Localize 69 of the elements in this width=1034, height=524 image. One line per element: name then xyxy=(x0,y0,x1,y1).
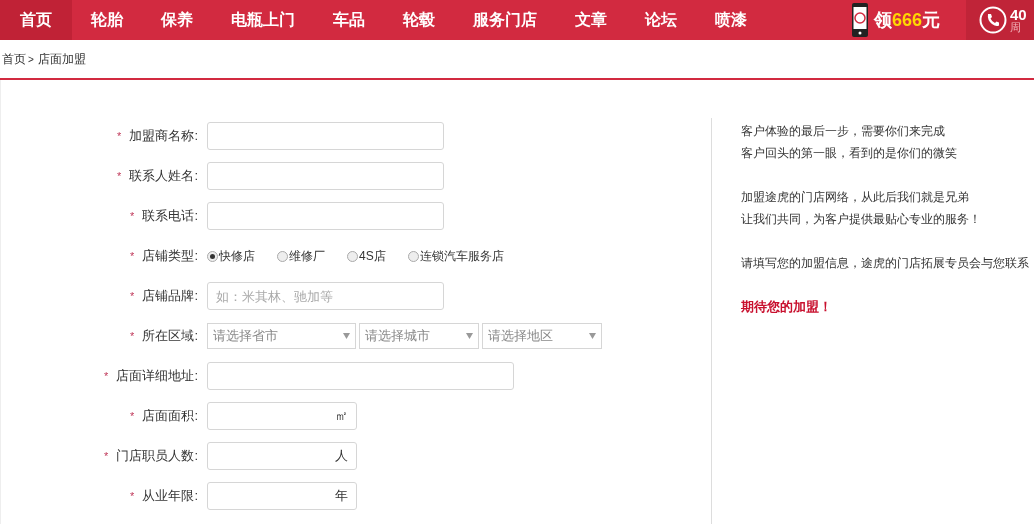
required-marker: * xyxy=(130,488,135,504)
nav-tab[interactable]: 首页 xyxy=(0,0,72,40)
field-label: 所在区域: xyxy=(142,327,198,346)
breadcrumb-current: 店面加盟 xyxy=(37,51,86,68)
nav-tab[interactable]: 轮毂 xyxy=(384,0,454,40)
radio-option[interactable]: 连锁汽车服务店 xyxy=(407,247,504,265)
phone-icon xyxy=(979,6,1007,34)
field-label: 加盟商名称: xyxy=(129,127,198,146)
nav-tab[interactable]: 保养 xyxy=(142,0,212,40)
radio-option[interactable]: 快修店 xyxy=(207,247,255,265)
radio-button[interactable] xyxy=(407,250,419,262)
promo-text[interactable]: 领666元 xyxy=(874,6,941,34)
select-dropdown[interactable]: 请选择地区 xyxy=(482,323,602,349)
required-marker: * xyxy=(130,328,135,344)
required-marker: * xyxy=(104,368,109,384)
nav-tab[interactable]: 论坛 xyxy=(626,0,696,40)
field-label: 从业年限: xyxy=(142,487,198,506)
hotline-hours: 周 xyxy=(1010,22,1022,33)
select-dropdown[interactable]: 请选择城市 xyxy=(359,323,479,349)
unit-label: 人 xyxy=(335,447,348,466)
field-label: 联系人姓名: xyxy=(129,167,198,186)
required-marker: * xyxy=(117,168,122,184)
info-text: 请填写您的加盟信息，途虎的门店拓展专员会与您联系 xyxy=(741,255,1029,272)
nav-tab[interactable]: 轮胎 xyxy=(72,0,142,40)
radio-button[interactable] xyxy=(207,250,218,262)
text-field[interactable]: 如：米其林、驰加等 xyxy=(207,282,444,310)
info-text: 客户回头的第一眼，看到的是你们的微笑 xyxy=(741,145,958,162)
field-label: 店铺品牌: xyxy=(142,287,198,306)
radio-option[interactable]: 4S店 xyxy=(347,247,386,265)
caret-icon xyxy=(343,333,350,339)
info-text: 让我们共同，为客户提供最贴心专业的服务！ xyxy=(741,211,982,228)
radio-button[interactable] xyxy=(277,250,288,262)
caret-icon xyxy=(466,333,473,339)
required-marker: * xyxy=(130,288,135,304)
field-label: 门店职员人数: xyxy=(116,447,198,466)
breadcrumb-link[interactable]: 首页 xyxy=(2,50,26,68)
field-label: 店面面积: xyxy=(142,407,198,426)
nav-tab[interactable]: 喷漆 xyxy=(696,0,766,40)
required-marker: * xyxy=(117,128,122,144)
field-label: 店面详细地址: xyxy=(116,367,198,386)
text-field[interactable]: ㎡ xyxy=(207,402,357,430)
field-label: 店铺类型: xyxy=(142,247,198,266)
nav-tab[interactable]: 电瓶上门 xyxy=(212,0,314,40)
hotline-number: 40 xyxy=(1010,7,1027,22)
phone-app-icon xyxy=(852,3,868,37)
nav-tab[interactable]: 车品 xyxy=(314,0,384,40)
emphasis-text: 期待您的加盟！ xyxy=(741,298,833,316)
nav-tab[interactable]: 文章 xyxy=(556,0,626,40)
text-field[interactable] xyxy=(207,202,444,230)
required-marker: * xyxy=(104,448,109,464)
info-text: 客户体验的最后一步，需要你们来完成 xyxy=(741,123,946,140)
unit-label: 年 xyxy=(335,487,348,506)
text-field[interactable] xyxy=(207,162,444,190)
text-field[interactable] xyxy=(207,362,514,390)
required-marker: * xyxy=(130,408,135,424)
select-dropdown[interactable]: 请选择省市 xyxy=(207,323,356,349)
text-field[interactable] xyxy=(207,122,444,150)
caret-icon xyxy=(589,333,596,339)
required-marker: * xyxy=(130,208,135,224)
breadcrumb-separator: > xyxy=(28,52,34,67)
unit-label: ㎡ xyxy=(335,407,348,426)
nav-tab[interactable]: 服务门店 xyxy=(454,0,556,40)
field-label: 联系电话: xyxy=(142,207,198,226)
radio-button[interactable] xyxy=(347,250,358,262)
radio-option[interactable]: 维修厂 xyxy=(277,247,325,265)
info-text: 加盟途虎的门店网络，从此后我们就是兄弟 xyxy=(741,189,970,206)
text-field[interactable]: 年 xyxy=(207,482,357,510)
required-marker: * xyxy=(130,248,135,264)
text-field[interactable]: 人 xyxy=(207,442,357,470)
